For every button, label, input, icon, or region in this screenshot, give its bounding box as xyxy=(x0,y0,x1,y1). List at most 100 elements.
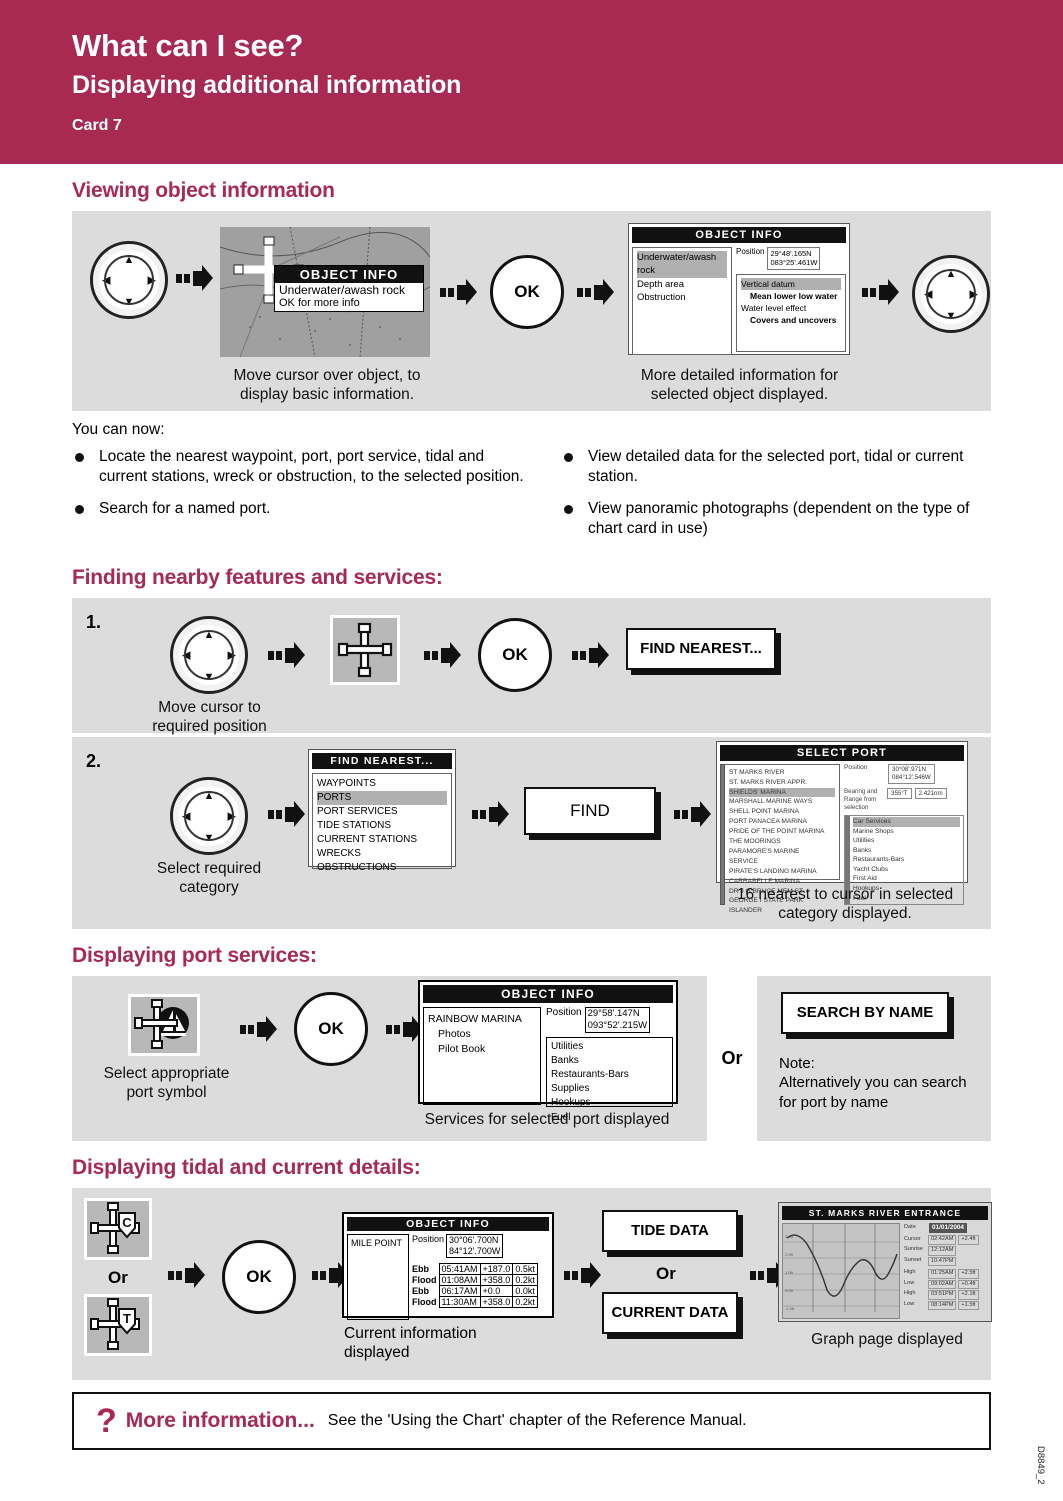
step1-caption: Move cursor to required position xyxy=(122,698,297,737)
step2-caption: Select required category xyxy=(124,859,294,898)
list-item[interactable]: PORT PANACEA MARINA xyxy=(729,817,835,827)
list-item[interactable]: Pilot Book xyxy=(428,1042,536,1057)
find-button[interactable]: FIND xyxy=(524,786,656,835)
finding-step2-panel: 2. ▲ ▼ ◀ ▶ Select required category FIND… xyxy=(72,736,991,929)
list-item[interactable]: Utilities xyxy=(551,1040,668,1054)
list-item[interactable]: First Aid xyxy=(853,874,960,884)
screen-title: FIND NEAREST... xyxy=(312,752,452,769)
list-item[interactable]: Obstruction xyxy=(637,291,727,304)
position-label: Position xyxy=(412,1233,445,1244)
caption-line: displayed xyxy=(344,1344,410,1362)
list-item[interactable]: MARSHALL MARINE WAYS xyxy=(729,797,835,807)
ok-button[interactable]: OK xyxy=(222,1239,296,1314)
tide-data-button[interactable]: TIDE DATA xyxy=(602,1209,738,1252)
detail-item: Water level effect xyxy=(741,302,807,313)
find-nearest-menu-screen: FIND NEAREST... WAYPOINTS PORTS PORT SER… xyxy=(308,748,456,873)
page-subtitle: Displaying additional information xyxy=(72,71,462,99)
joystick-right-icon: ▶ xyxy=(147,274,156,287)
find-nearest-button[interactable]: FIND NEAREST... xyxy=(626,627,776,670)
list-item[interactable]: SHELL POINT MARINA xyxy=(729,807,835,817)
ok-button[interactable]: OK xyxy=(294,991,368,1066)
menu-item-wrecks[interactable]: WRECKS xyxy=(317,847,447,861)
flow-arrow-icon xyxy=(564,1261,602,1292)
port-list[interactable]: ST MARKS RIVER ST. MARKS RIVER APPR. SHI… xyxy=(725,763,840,914)
list-item[interactable]: ST. MARKS RIVER APPR. xyxy=(729,778,835,788)
bearing-label-line: Range from xyxy=(844,796,877,803)
row-dir: +0.0 xyxy=(479,1285,514,1298)
table-row: Ebb 06:17AM +0.0 0.0kt xyxy=(412,1285,538,1298)
list-item[interactable]: THE MOORINGS xyxy=(729,837,835,847)
search-by-name-panel: SEARCH BY NAME Note: Alternatively you c… xyxy=(757,975,991,1141)
menu-item-port-services[interactable]: PORT SERVICES xyxy=(317,805,447,819)
row-time: 01:08AM xyxy=(438,1274,481,1287)
chart-object-popup: OBJECT INFO Underwater/awash rock OK for… xyxy=(274,265,424,312)
menu-item-waypoints[interactable]: WAYPOINTS xyxy=(317,777,447,791)
trackpad-control[interactable]: ▲ ▼ ◀ ▶ xyxy=(912,255,990,333)
ok-button[interactable]: OK xyxy=(478,617,552,692)
range-value: 2.421nm xyxy=(914,787,947,799)
list-item[interactable]: Banks xyxy=(853,846,960,856)
list-item[interactable]: Depth area xyxy=(637,278,727,291)
menu-item-tide-stations[interactable]: TIDE STATIONS xyxy=(317,819,447,833)
or-label-mid: Or xyxy=(656,1263,676,1283)
finding-step1-panel: 1. ▲ ▼ ◀ ▶ Move cursor to required posit… xyxy=(72,597,991,735)
capabilities-right: View detailed data for the selected port… xyxy=(561,447,991,551)
port-detail-list: RAINBOW MARINA Photos Pilot Book xyxy=(423,1006,541,1105)
list-item[interactable]: Hookups xyxy=(551,1096,668,1110)
list-item-selected[interactable]: SHIELDS' MARINA xyxy=(729,787,835,798)
longitude: 083°25'.461W xyxy=(770,258,818,268)
menu-item-ports[interactable]: PORTS xyxy=(317,790,447,805)
list-item[interactable]: Yacht Clubs xyxy=(853,865,960,875)
joystick-down-icon: ▼ xyxy=(203,670,215,683)
cursor-height: +2.4ft xyxy=(958,1235,979,1245)
port-symbol-box xyxy=(128,993,200,1056)
list-item[interactable]: Restaurants-Bars xyxy=(853,855,960,865)
list-item[interactable]: PRIDE OF THE POINT MARINA xyxy=(729,827,835,837)
joystick-right-icon: ▶ xyxy=(969,288,978,301)
flow-arrow-icon xyxy=(440,279,478,309)
flow-arrow-icon xyxy=(674,800,712,831)
joystick-left-icon: ◀ xyxy=(924,288,933,301)
object-list[interactable]: Underwater/awash rock Depth area Obstruc… xyxy=(632,247,732,355)
current-data-button[interactable]: CURRENT DATA xyxy=(602,1291,738,1334)
trackpad-control[interactable]: ▲ ▼ ◀ ▶ xyxy=(90,241,168,319)
tide-event-row: High 03:51PM +2.1ft xyxy=(904,1290,988,1300)
list-item[interactable]: Photos xyxy=(428,1027,536,1042)
joystick-down-icon: ▼ xyxy=(945,310,957,322)
latitude: 30°06'.700N xyxy=(449,1234,499,1245)
object-detail-list: Vertical datum Mean lower low water Wate… xyxy=(736,273,846,352)
trackpad-control[interactable]: ▲ ▼ ◀ ▶ xyxy=(170,615,248,694)
list-item[interactable]: PARAMORE'S MARINE xyxy=(729,847,835,857)
flow-arrow-icon xyxy=(240,1015,278,1046)
joystick-up-icon: ▲ xyxy=(123,254,135,266)
joystick-right-icon: ▶ xyxy=(227,810,236,823)
select-port-screen: SELECT PORT ST MARKS RIVER ST. MARKS RIV… xyxy=(716,740,968,914)
list-item[interactable]: Utilities xyxy=(853,836,960,846)
list-item[interactable]: SERVICE xyxy=(729,857,835,867)
search-by-name-button[interactable]: SEARCH BY NAME xyxy=(781,991,949,1034)
list-item[interactable]: PIRATE'S LANDING MARINA xyxy=(729,867,835,877)
event-height: +2.1ft xyxy=(958,1290,979,1300)
more-information-text: See the 'Using the Chart' chapter of the… xyxy=(327,1411,747,1429)
viewing-panel: ▲ ▼ ◀ ▶ OBJECT INFO Underwater/awash roc… xyxy=(72,211,991,411)
section-heading-viewing: Viewing object information xyxy=(72,179,335,202)
list-item[interactable]: Banks xyxy=(551,1054,668,1068)
tide-symbol-box: T xyxy=(84,1293,152,1356)
list-item[interactable]: ST MARKS RIVER xyxy=(729,768,835,778)
list-item-selected[interactable]: Car Services xyxy=(853,817,960,827)
caption-line: Current information xyxy=(344,1324,477,1342)
trackpad-control[interactable]: ▲ ▼ ◀ ▶ xyxy=(170,776,248,855)
list-item[interactable]: Marine Shops xyxy=(853,827,960,837)
port-services-list[interactable]: Utilities Banks Restaurants-Bars Supplie… xyxy=(546,1036,673,1123)
list-item[interactable]: Supplies xyxy=(551,1082,668,1096)
menu-item-current-stations[interactable]: CURRENT STATIONS xyxy=(317,833,447,847)
list-item[interactable]: Underwater/awash rock xyxy=(637,251,727,278)
menu-item-obstructions[interactable]: OBSTRUCTIONS xyxy=(317,861,447,875)
find-nearest-options[interactable]: WAYPOINTS PORTS PORT SERVICES TIDE STATI… xyxy=(312,772,452,873)
document-id: D8849_2 xyxy=(1035,1446,1046,1485)
position-value: 30°08'.971N 084°12'.546W xyxy=(888,763,935,784)
list-item[interactable]: Restaurants-Bars xyxy=(551,1068,668,1082)
or-label-port: Or xyxy=(721,1047,743,1068)
ok-button[interactable]: OK xyxy=(490,255,564,329)
current-symbol-box: C xyxy=(84,1197,152,1260)
